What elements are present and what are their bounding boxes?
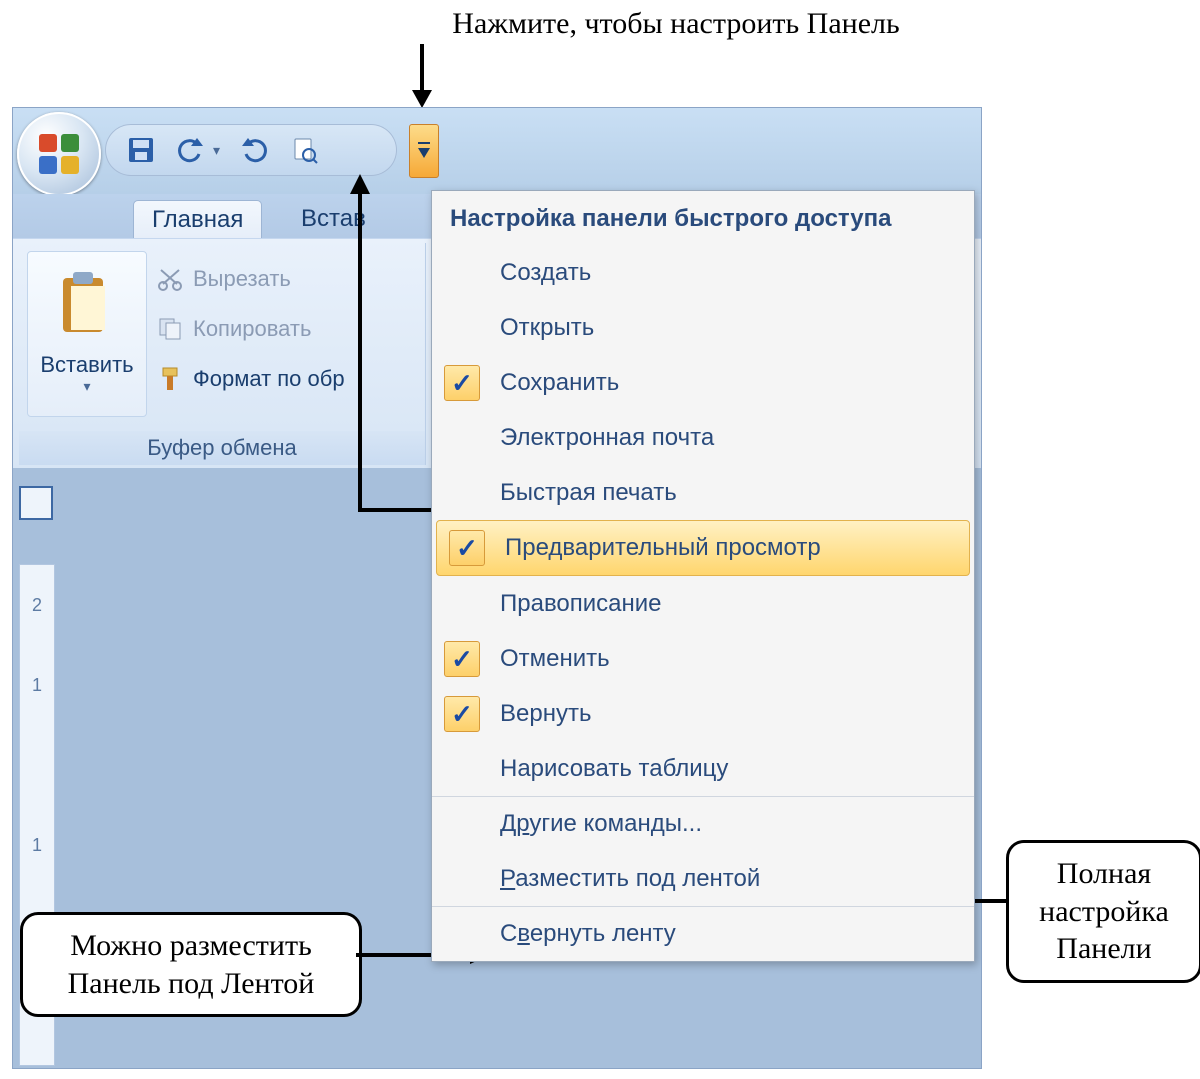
customize-qat-menu: Настройка панели быстрого доступа Создат… [431,190,975,962]
office-button[interactable] [17,112,101,196]
copy-label: Копировать [193,316,311,342]
menu-item-label: Вернуть [492,700,974,728]
callout-right-line1: Полная [1027,855,1181,893]
annotation-top: Нажмите, чтобы настроить Панель [356,6,996,42]
customize-qat-button[interactable] [409,124,439,178]
customize-dropdown-icon [417,140,431,162]
menu-item-1[interactable]: Открыть [432,300,974,355]
menu-item-label: Другие команды... [492,810,974,838]
checkmark-icon: ✓ [449,530,485,566]
undo-dropdown-icon[interactable]: ▾ [213,142,220,159]
checkmark-icon: ✓ [444,696,480,732]
title-bar: ▾ [13,108,981,194]
menu-item-3[interactable]: Электронная почта [432,410,974,465]
paste-button[interactable]: Вставить ▾ [27,251,147,417]
menu-item-label: Свернуть ленту [492,920,974,948]
menu-item-7[interactable]: ✓ Отменить [432,631,974,686]
menu-item-0[interactable]: Создать [432,245,974,300]
menu-check: ✓ [432,365,492,401]
menu-check: ✓ [437,530,497,566]
ruler-corner[interactable] [19,486,53,520]
office-logo-icon [37,132,81,176]
quick-access-toolbar: ▾ [105,124,397,176]
checkmark-icon: ✓ [444,641,480,677]
menu-item-label: Создать [492,259,974,287]
menu-item-12[interactable]: Свернуть ленту [432,906,974,961]
undo-icon[interactable] [175,134,207,166]
callout-left: Можно разместить Панель под Лентой [20,912,362,1017]
menu-item-label: Отменить [492,645,974,673]
print-preview-icon[interactable] [288,134,320,166]
copy-icon [157,316,183,342]
ribbon-group-clipboard: Вставить ▾ Вырезать Копировать [19,243,426,465]
menu-item-label: Нарисовать таблицу [492,755,974,783]
menu-check: ✓ [432,696,492,732]
tab-home[interactable]: Главная [133,200,262,239]
callout-right-line2: настройка [1027,893,1181,931]
menu-item-label: Разместить под лентой [492,865,974,893]
ruler-tick: 2 [20,595,54,616]
tab-insert[interactable]: Встав [283,200,384,238]
menu-item-9[interactable]: Нарисовать таблицу [432,741,974,796]
menu-item-label: Правописание [492,590,974,618]
paste-icon [57,268,117,338]
menu-item-8[interactable]: ✓ Вернуть [432,686,974,741]
ruler-tick: 1 [20,835,54,856]
save-icon[interactable] [125,134,157,166]
menu-item-label: Открыть [492,314,974,342]
menu-item-11[interactable]: Разместить под лентой [432,851,974,906]
paste-label: Вставить [28,352,146,378]
callout-right: Полная настройка Панели [1006,840,1200,983]
menu-item-label: Предварительный просмотр [497,534,969,562]
format-painter-icon [157,366,183,392]
redo-icon[interactable] [238,134,270,166]
menu-item-2[interactable]: ✓ Сохранить [432,355,974,410]
menu-item-6[interactable]: Правописание [432,576,974,631]
menu-header: Настройка панели быстрого доступа [432,191,974,245]
copy-button[interactable]: Копировать [157,307,311,351]
callout-right-line3: Панели [1027,930,1181,968]
group-caption-clipboard: Буфер обмена [19,431,425,465]
ruler-tick: 1 [20,675,54,696]
callout-left-line1: Можно разместить [41,927,341,965]
format-label: Формат по обр [193,366,345,392]
checkmark-icon: ✓ [444,365,480,401]
menu-item-10[interactable]: Другие команды... [432,796,974,851]
callout-left-line2: Панель под Лентой [41,965,341,1003]
arrow-top [408,44,438,110]
menu-item-4[interactable]: Быстрая печать [432,465,974,520]
cut-label: Вырезать [193,266,291,292]
scissors-icon [157,266,183,292]
cut-button[interactable]: Вырезать [157,257,291,301]
format-painter-button[interactable]: Формат по обр [157,357,345,401]
paste-dropdown-icon[interactable]: ▾ [28,378,146,395]
menu-item-5[interactable]: ✓ Предварительный просмотр [436,520,970,576]
menu-item-label: Электронная почта [492,424,974,452]
menu-item-label: Сохранить [492,369,974,397]
menu-check: ✓ [432,641,492,677]
menu-item-label: Быстрая печать [492,479,974,507]
